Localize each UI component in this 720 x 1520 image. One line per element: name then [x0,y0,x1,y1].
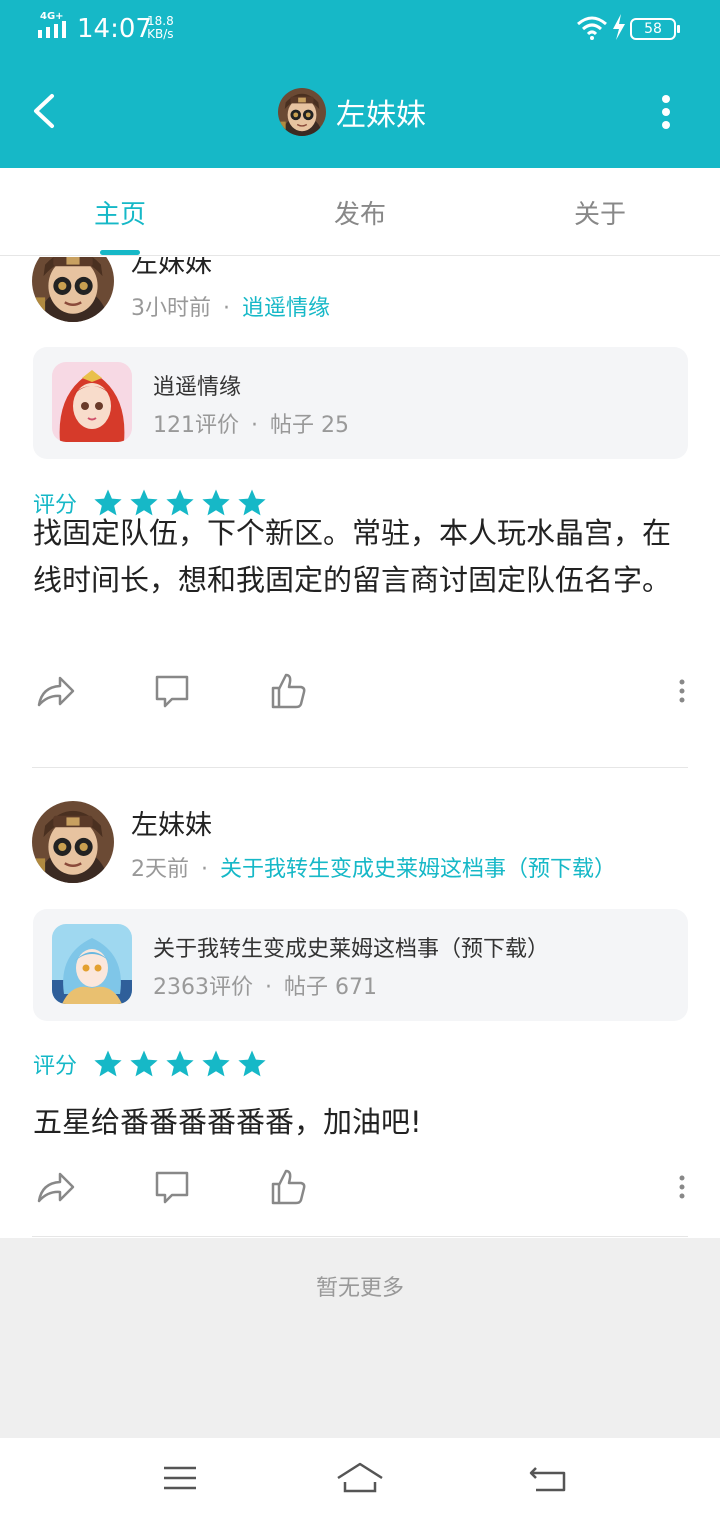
game-stats: 121评价 · 帖子 25 [153,413,349,438]
review-count: 121评价 [153,413,239,438]
avatar[interactable] [32,257,114,322]
network-type: 4G+ [40,11,64,22]
post-card: 左妹妹 2天前 · 关于我转生变成史莱姆这档事（预下载） 关于我转生变成史莱姆这档事… [0,768,720,1236]
tab-home[interactable]: 主页 [50,194,190,231]
post-meta: 3小时前 · 逍遥情缘 [131,296,331,321]
star-icon [238,1050,266,1077]
post-feed: 左妹妹 3小时前 · 逍遥情缘 逍遥情缘 121评价 · 帖子 25 评分 找固… [0,257,720,1237]
profile-header: 左妹妹 [278,86,426,138]
rating-label: 评分 [33,1054,78,1079]
game-name: 关于我转生变成史莱姆这档事（预下载） [153,937,550,962]
game-icon [52,924,132,1004]
post-count: 帖子 25 [270,413,349,438]
author-name[interactable]: 左妹妹 [131,257,212,280]
wifi-icon [577,16,607,40]
game-name: 逍遥情缘 [153,375,242,400]
clock: 14:07 [77,14,152,44]
game-link[interactable]: 逍遥情缘 [242,296,330,321]
post-time: 2天前 [131,857,189,882]
post-content[interactable]: 找固定队伍，下个新区。常驻，本人玩水晶宫，在线时间长，想和我固定的留言商讨固定队… [33,510,683,604]
back-nav-icon[interactable] [526,1458,570,1498]
comment-icon[interactable] [152,1167,192,1207]
author-name[interactable]: 左妹妹 [131,803,212,842]
post-more-icon[interactable] [662,671,702,711]
tab-bar: 主页 发布 关于 [0,168,720,256]
star-icon [94,1050,122,1077]
comment-icon[interactable] [152,671,192,711]
tab-posts[interactable]: 发布 [290,194,430,231]
post-content[interactable]: 五星给番番番番番番，加油吧! [33,1099,683,1146]
post-meta: 2天前 · 关于我转生变成史莱姆这档事（预下载） [131,857,617,882]
active-tab-indicator [100,250,140,255]
post-count: 帖子 671 [284,975,377,1000]
system-nav-bar [0,1438,720,1520]
battery-icon: 58 [630,18,680,40]
rating: 评分 [33,1047,273,1081]
end-of-list: 暂无更多 [0,1238,720,1438]
post-actions [0,1167,720,1207]
charging-icon [613,14,625,40]
menu-icon[interactable] [158,1458,202,1498]
like-icon[interactable] [268,1167,308,1207]
more-menu-icon[interactable] [648,90,684,134]
game-icon [52,362,132,442]
game-stats: 2363评价 · 帖子 671 [153,975,377,1000]
no-more-text: 暂无更多 [315,1276,404,1301]
game-card[interactable]: 逍遥情缘 121评价 · 帖子 25 [33,347,688,459]
signal-icon: 4G+ [38,12,72,40]
like-icon[interactable] [268,671,308,711]
avatar[interactable] [278,88,326,136]
tab-about[interactable]: 关于 [530,194,670,231]
speed-unit: KB/s [147,27,174,41]
star-icon [166,1050,194,1077]
back-arrow-icon[interactable] [22,88,66,134]
share-icon[interactable] [36,1167,76,1207]
post-time: 3小时前 [131,296,211,321]
network-speed: 18.8 KB/s [147,15,174,41]
game-card[interactable]: 关于我转生变成史莱姆这档事（预下载） 2363评价 · 帖子 671 [33,909,688,1021]
post-card: 左妹妹 3小时前 · 逍遥情缘 逍遥情缘 121评价 · 帖子 25 评分 找固… [0,257,720,769]
share-icon[interactable] [36,671,76,711]
home-icon[interactable] [336,1458,384,1498]
star-icon [130,1050,158,1077]
status-bar: 4G+ 14:07 18.8 KB/s 58 [0,0,720,58]
divider [32,1236,688,1237]
page-title: 左妹妹 [336,98,426,133]
game-link[interactable]: 关于我转生变成史莱姆这档事（预下载） [220,857,616,882]
avatar[interactable] [32,801,114,883]
post-actions [0,671,720,711]
star-icon [202,1050,230,1077]
post-more-icon[interactable] [662,1167,702,1207]
review-count: 2363评价 [153,975,253,1000]
